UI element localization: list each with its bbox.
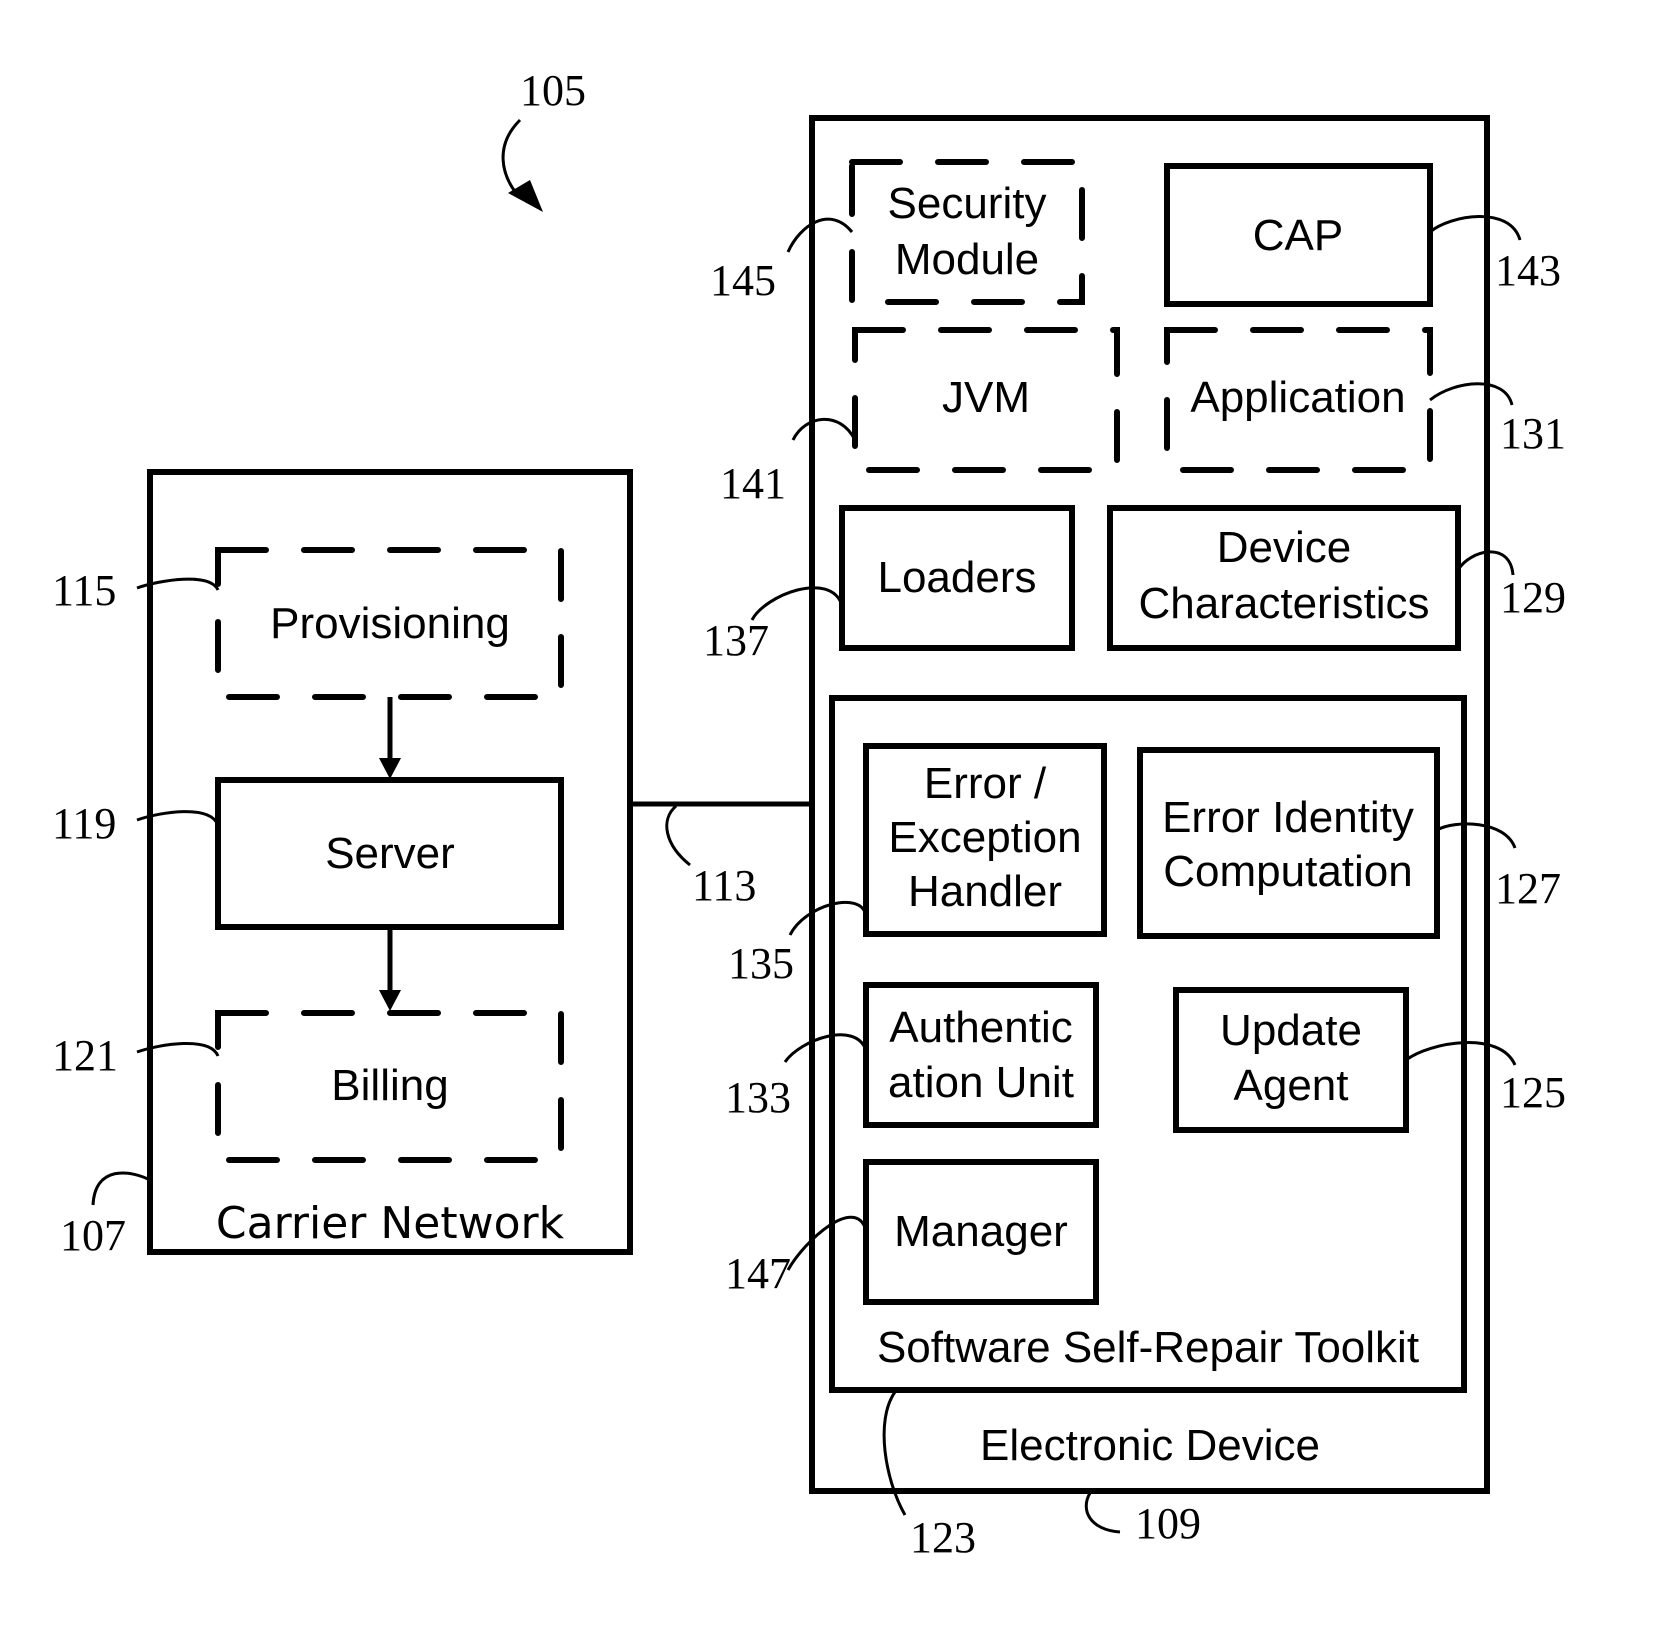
- leader-145: [786, 217, 854, 253]
- leader-127: [1436, 822, 1517, 849]
- update-agent-line2: Agent: [1234, 1061, 1349, 1110]
- ref-113: 113: [692, 861, 756, 910]
- ref-145: 145: [710, 256, 776, 305]
- error-handler-line1: Error /: [924, 759, 1047, 808]
- leader-133: [783, 1033, 868, 1063]
- leader-141: [791, 417, 857, 441]
- ref-127: 127: [1495, 864, 1561, 913]
- leader-123: [882, 1391, 907, 1516]
- jvm-label: JVM: [942, 373, 1030, 422]
- ref-107: 107: [60, 1211, 126, 1260]
- ref-131: 131: [1500, 409, 1566, 458]
- system-diagram: 105 Carrier Network 107 Provisioning 115…: [52, 66, 1566, 1562]
- security-module-line2: Module: [895, 235, 1039, 284]
- ref-115: 115: [52, 566, 116, 615]
- loaders-label: Loaders: [877, 553, 1036, 602]
- arrowhead-icon: [379, 990, 401, 1011]
- ref-119: 119: [52, 799, 116, 848]
- leader-135: [788, 900, 868, 936]
- authentication-line2: ation Unit: [888, 1058, 1074, 1107]
- ref-137: 137: [703, 616, 769, 665]
- figure-ref-arrowhead-icon: [508, 180, 543, 212]
- leader-109: [1084, 1492, 1121, 1534]
- ref-129: 129: [1500, 573, 1566, 622]
- update-agent-line1: Update: [1220, 1006, 1362, 1055]
- error-identity-line1: Error Identity: [1162, 793, 1414, 842]
- leader-125: [1405, 1041, 1517, 1066]
- security-module-line1: Security: [888, 179, 1047, 228]
- ref-109: 109: [1135, 1499, 1201, 1548]
- error-handler-line2: Exception: [888, 813, 1081, 862]
- device-characteristics-line2: Characteristics: [1139, 579, 1430, 628]
- figure-ref-105: 105: [520, 66, 586, 115]
- provisioning-label: Provisioning: [270, 599, 510, 648]
- authentication-line1: Authentic: [889, 1003, 1072, 1052]
- device-characteristics-line1: Device: [1217, 523, 1352, 572]
- leader-131: [1429, 382, 1514, 406]
- cap-label: CAP: [1253, 211, 1343, 260]
- leader-147: [786, 1215, 868, 1271]
- billing-label: Billing: [331, 1061, 448, 1110]
- ref-135: 135: [728, 939, 794, 988]
- ref-147: 147: [725, 1249, 791, 1298]
- leader-107: [91, 1171, 151, 1206]
- ref-123: 123: [910, 1513, 976, 1562]
- error-identity-computation-box: [1137, 747, 1440, 939]
- application-label: Application: [1190, 373, 1405, 422]
- arrowhead-icon: [379, 758, 401, 779]
- ref-133: 133: [725, 1073, 791, 1122]
- ref-143: 143: [1495, 246, 1561, 295]
- electronic-device-label: Electronic Device: [980, 1421, 1320, 1470]
- carrier-network-label: Carrier Network: [216, 1198, 565, 1249]
- ref-141: 141: [720, 459, 786, 508]
- ref-121: 121: [52, 1031, 118, 1080]
- toolkit-label: Software Self-Repair Toolkit: [877, 1323, 1419, 1372]
- leader-113: [665, 804, 691, 867]
- manager-label: Manager: [894, 1207, 1068, 1256]
- error-identity-line2: Computation: [1163, 847, 1412, 896]
- error-handler-line3: Handler: [908, 867, 1062, 916]
- server-label: Server: [325, 829, 455, 878]
- figure-ref-arrow: [501, 118, 522, 199]
- leader-143: [1429, 215, 1522, 241]
- ref-125: 125: [1500, 1068, 1566, 1117]
